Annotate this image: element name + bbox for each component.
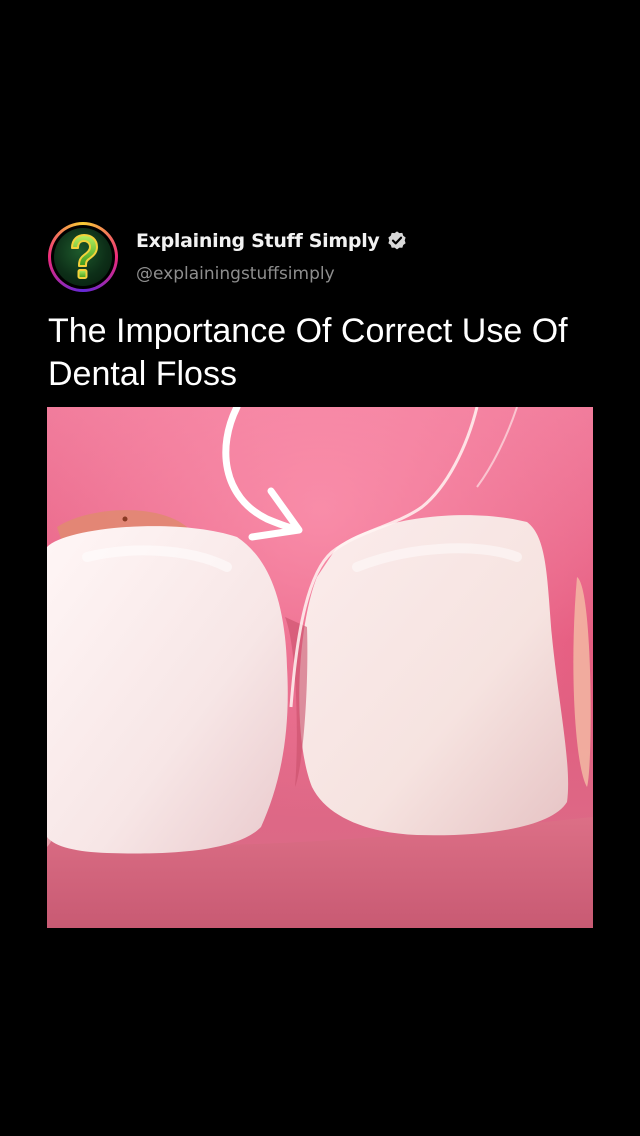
author-display-name[interactable]: Explaining Stuff Simply [136, 230, 380, 252]
author-name-row[interactable]: Explaining Stuff Simply [136, 230, 408, 252]
question-mark-icon [71, 234, 98, 279]
post-title: The Importance Of Correct Use Of Dental … [48, 312, 568, 393]
post-media-image[interactable] [47, 407, 593, 928]
dental-floss-teeth-image [47, 407, 593, 928]
avatar[interactable] [48, 222, 118, 292]
author-handle[interactable]: @explainingstuffsimply [136, 264, 335, 284]
verified-badge-icon [387, 231, 406, 250]
post-header: Explaining Stuff Simply @explainingstuff… [48, 222, 608, 292]
